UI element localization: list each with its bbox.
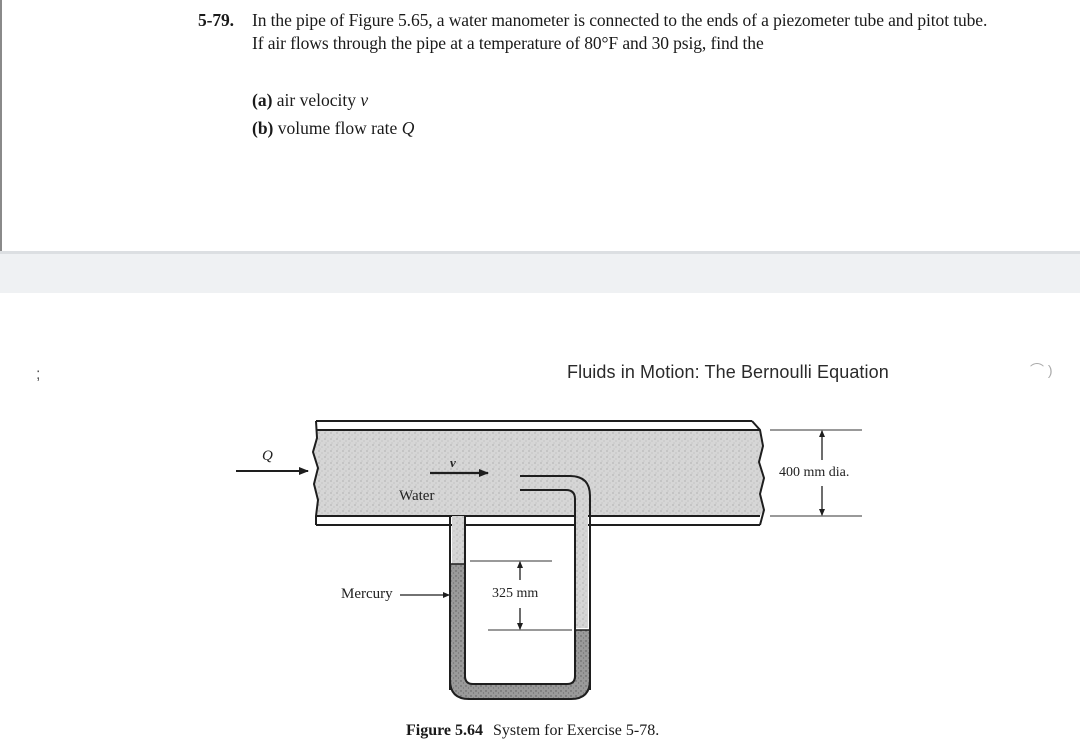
pipe-manometer-figure [236, 420, 862, 700]
diameter-label: 400 mm dia. [779, 465, 850, 480]
water-label: Water [399, 488, 435, 504]
mercury-label: Mercury [341, 586, 393, 602]
piezometer-tube-fill [452, 516, 464, 564]
flow-rate-label: Q [262, 448, 273, 464]
u-tube-bottom-inner [464, 675, 576, 685]
figure-caption-label: Figure 5.64 [406, 722, 484, 739]
mercury-column [451, 564, 589, 698]
velocity-label: v [450, 455, 456, 470]
pitot-tube-inner [520, 489, 576, 680]
figure-caption-text: System for Exercise 5-78. [493, 722, 660, 739]
figure-caption: Figure 5.64 System for Exercise 5-78. [406, 722, 659, 740]
pipe-break-left [311, 420, 320, 525]
pipe-fluid [313, 430, 764, 516]
deflection-label: 325 mm [492, 586, 539, 601]
